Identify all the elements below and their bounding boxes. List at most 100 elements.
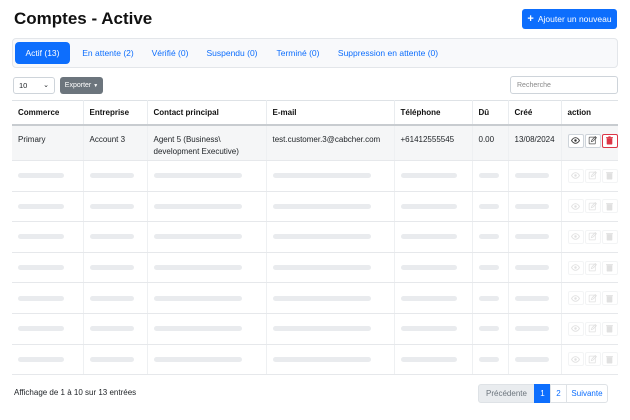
page-size-value: 10 (19, 81, 28, 90)
table-row: Primary Account 3 Agent 5 (Business\ dev… (12, 124, 618, 161)
pencil-icon (584, 291, 601, 306)
skeleton-bar (400, 265, 457, 271)
eye-icon (567, 168, 584, 183)
column-header-email[interactable]: E-mail (266, 100, 395, 126)
skeleton-bar (478, 173, 499, 179)
next-page-button[interactable]: Suivante (566, 384, 608, 403)
trash-icon (601, 229, 618, 244)
skeleton-bar (89, 173, 134, 179)
skeleton-row (12, 221, 618, 253)
skeleton-bar (478, 265, 499, 271)
skeleton-cell (83, 282, 148, 314)
skeleton-cell (266, 191, 395, 223)
eye-icon (571, 137, 580, 144)
page-size-select[interactable]: 10 ⌄ (13, 77, 55, 94)
tab-suspendu[interactable]: Suspendu (0) (203, 42, 261, 64)
skeleton-bar (153, 356, 242, 362)
skeleton-bar (478, 295, 499, 301)
skeleton-row (12, 313, 618, 345)
previous-page-button[interactable]: Précédente (478, 384, 535, 403)
skeleton-cell (508, 221, 562, 253)
trash-icon (601, 321, 618, 336)
skeleton-actions (561, 313, 618, 345)
skeleton-bar (400, 295, 457, 301)
skeleton-bar (400, 203, 457, 209)
skeleton-actions (561, 191, 618, 223)
page-1-button[interactable]: 1 (534, 384, 551, 403)
caret-down-icon: ▼ (93, 82, 99, 89)
tab-suppression-en-attente[interactable]: Suppression en attente (0) (335, 42, 441, 64)
skeleton-cell (508, 191, 562, 223)
column-header-entreprise[interactable]: Entreprise (83, 100, 148, 126)
skeleton-bar (400, 356, 457, 362)
skeleton-cell (266, 160, 395, 192)
skeleton-cell (147, 282, 267, 314)
skeleton-bar (18, 265, 64, 271)
skeleton-bar (272, 265, 371, 271)
tab-actif[interactable]: Actif (13) (15, 42, 70, 64)
skeleton-cell (508, 282, 562, 314)
skeleton-cell (472, 252, 509, 284)
skeleton-cell (147, 313, 267, 345)
skeleton-cell (83, 252, 148, 284)
skeleton-cell (266, 344, 395, 376)
add-new-button[interactable]: + Ajouter un nouveau (522, 9, 617, 29)
delete-button[interactable] (601, 133, 618, 148)
export-button[interactable]: Exporter ▼ (60, 77, 103, 94)
tab-en-attente[interactable]: En attente (2) (77, 42, 139, 64)
skeleton-cell (508, 344, 562, 376)
pencil-icon (584, 199, 601, 214)
skeleton-cell (147, 252, 267, 284)
skeleton-bar (18, 203, 64, 209)
edit-button[interactable] (584, 133, 601, 148)
pagination: Précédente 1 2 Suivante (478, 384, 608, 403)
skeleton-cell (472, 282, 509, 314)
page-2-button[interactable]: 2 (550, 384, 567, 403)
skeleton-bar (153, 234, 242, 240)
skeleton-actions (561, 282, 618, 314)
column-header-cree[interactable]: Créé (508, 100, 562, 126)
cell-actions (561, 124, 618, 161)
skeleton-row (12, 191, 618, 223)
skeleton-bar (89, 203, 134, 209)
pagination-info: Affichage de 1 à 10 sur 13 entrées (14, 388, 137, 397)
pencil-icon (588, 136, 597, 145)
skeleton-cell (508, 252, 562, 284)
column-header-contact[interactable]: Contact principal (147, 100, 267, 126)
skeleton-cell (472, 313, 509, 345)
skeleton-cell (83, 344, 148, 376)
skeleton-bar (89, 326, 134, 332)
search-input[interactable]: Recherche (510, 76, 618, 94)
skeleton-bar (153, 203, 242, 209)
skeleton-actions (561, 221, 618, 253)
skeleton-bar (514, 203, 549, 209)
trash-icon (601, 260, 618, 275)
cell-du: 0.00 (472, 124, 509, 161)
trash-icon (606, 136, 613, 145)
view-button[interactable] (567, 133, 584, 148)
skeleton-bar (478, 356, 499, 362)
column-header-telephone[interactable]: Téléphone (394, 100, 473, 126)
skeleton-bar (272, 295, 371, 301)
skeleton-bar (514, 356, 549, 362)
skeleton-cell (12, 252, 84, 284)
skeleton-cell (147, 344, 267, 376)
skeleton-cell (266, 252, 395, 284)
column-header-du[interactable]: Dû (472, 100, 509, 126)
skeleton-cell (394, 252, 473, 284)
column-header-action: action (561, 100, 618, 126)
page-title: Comptes - Active (14, 9, 153, 28)
skeleton-cell (12, 221, 84, 253)
column-header-commerce[interactable]: Commerce (12, 100, 84, 126)
skeleton-cell (12, 191, 84, 223)
skeleton-bar (478, 326, 499, 332)
tab-verifie[interactable]: Vérifié (0) (147, 42, 193, 64)
eye-icon (567, 352, 584, 367)
tab-termine[interactable]: Terminé (0) (271, 42, 325, 64)
skeleton-cell (147, 191, 267, 223)
skeleton-cell (83, 313, 148, 345)
skeleton-bar (89, 295, 134, 301)
skeleton-bar (400, 234, 457, 240)
skeleton-cell (12, 344, 84, 376)
skeleton-bar (153, 173, 242, 179)
